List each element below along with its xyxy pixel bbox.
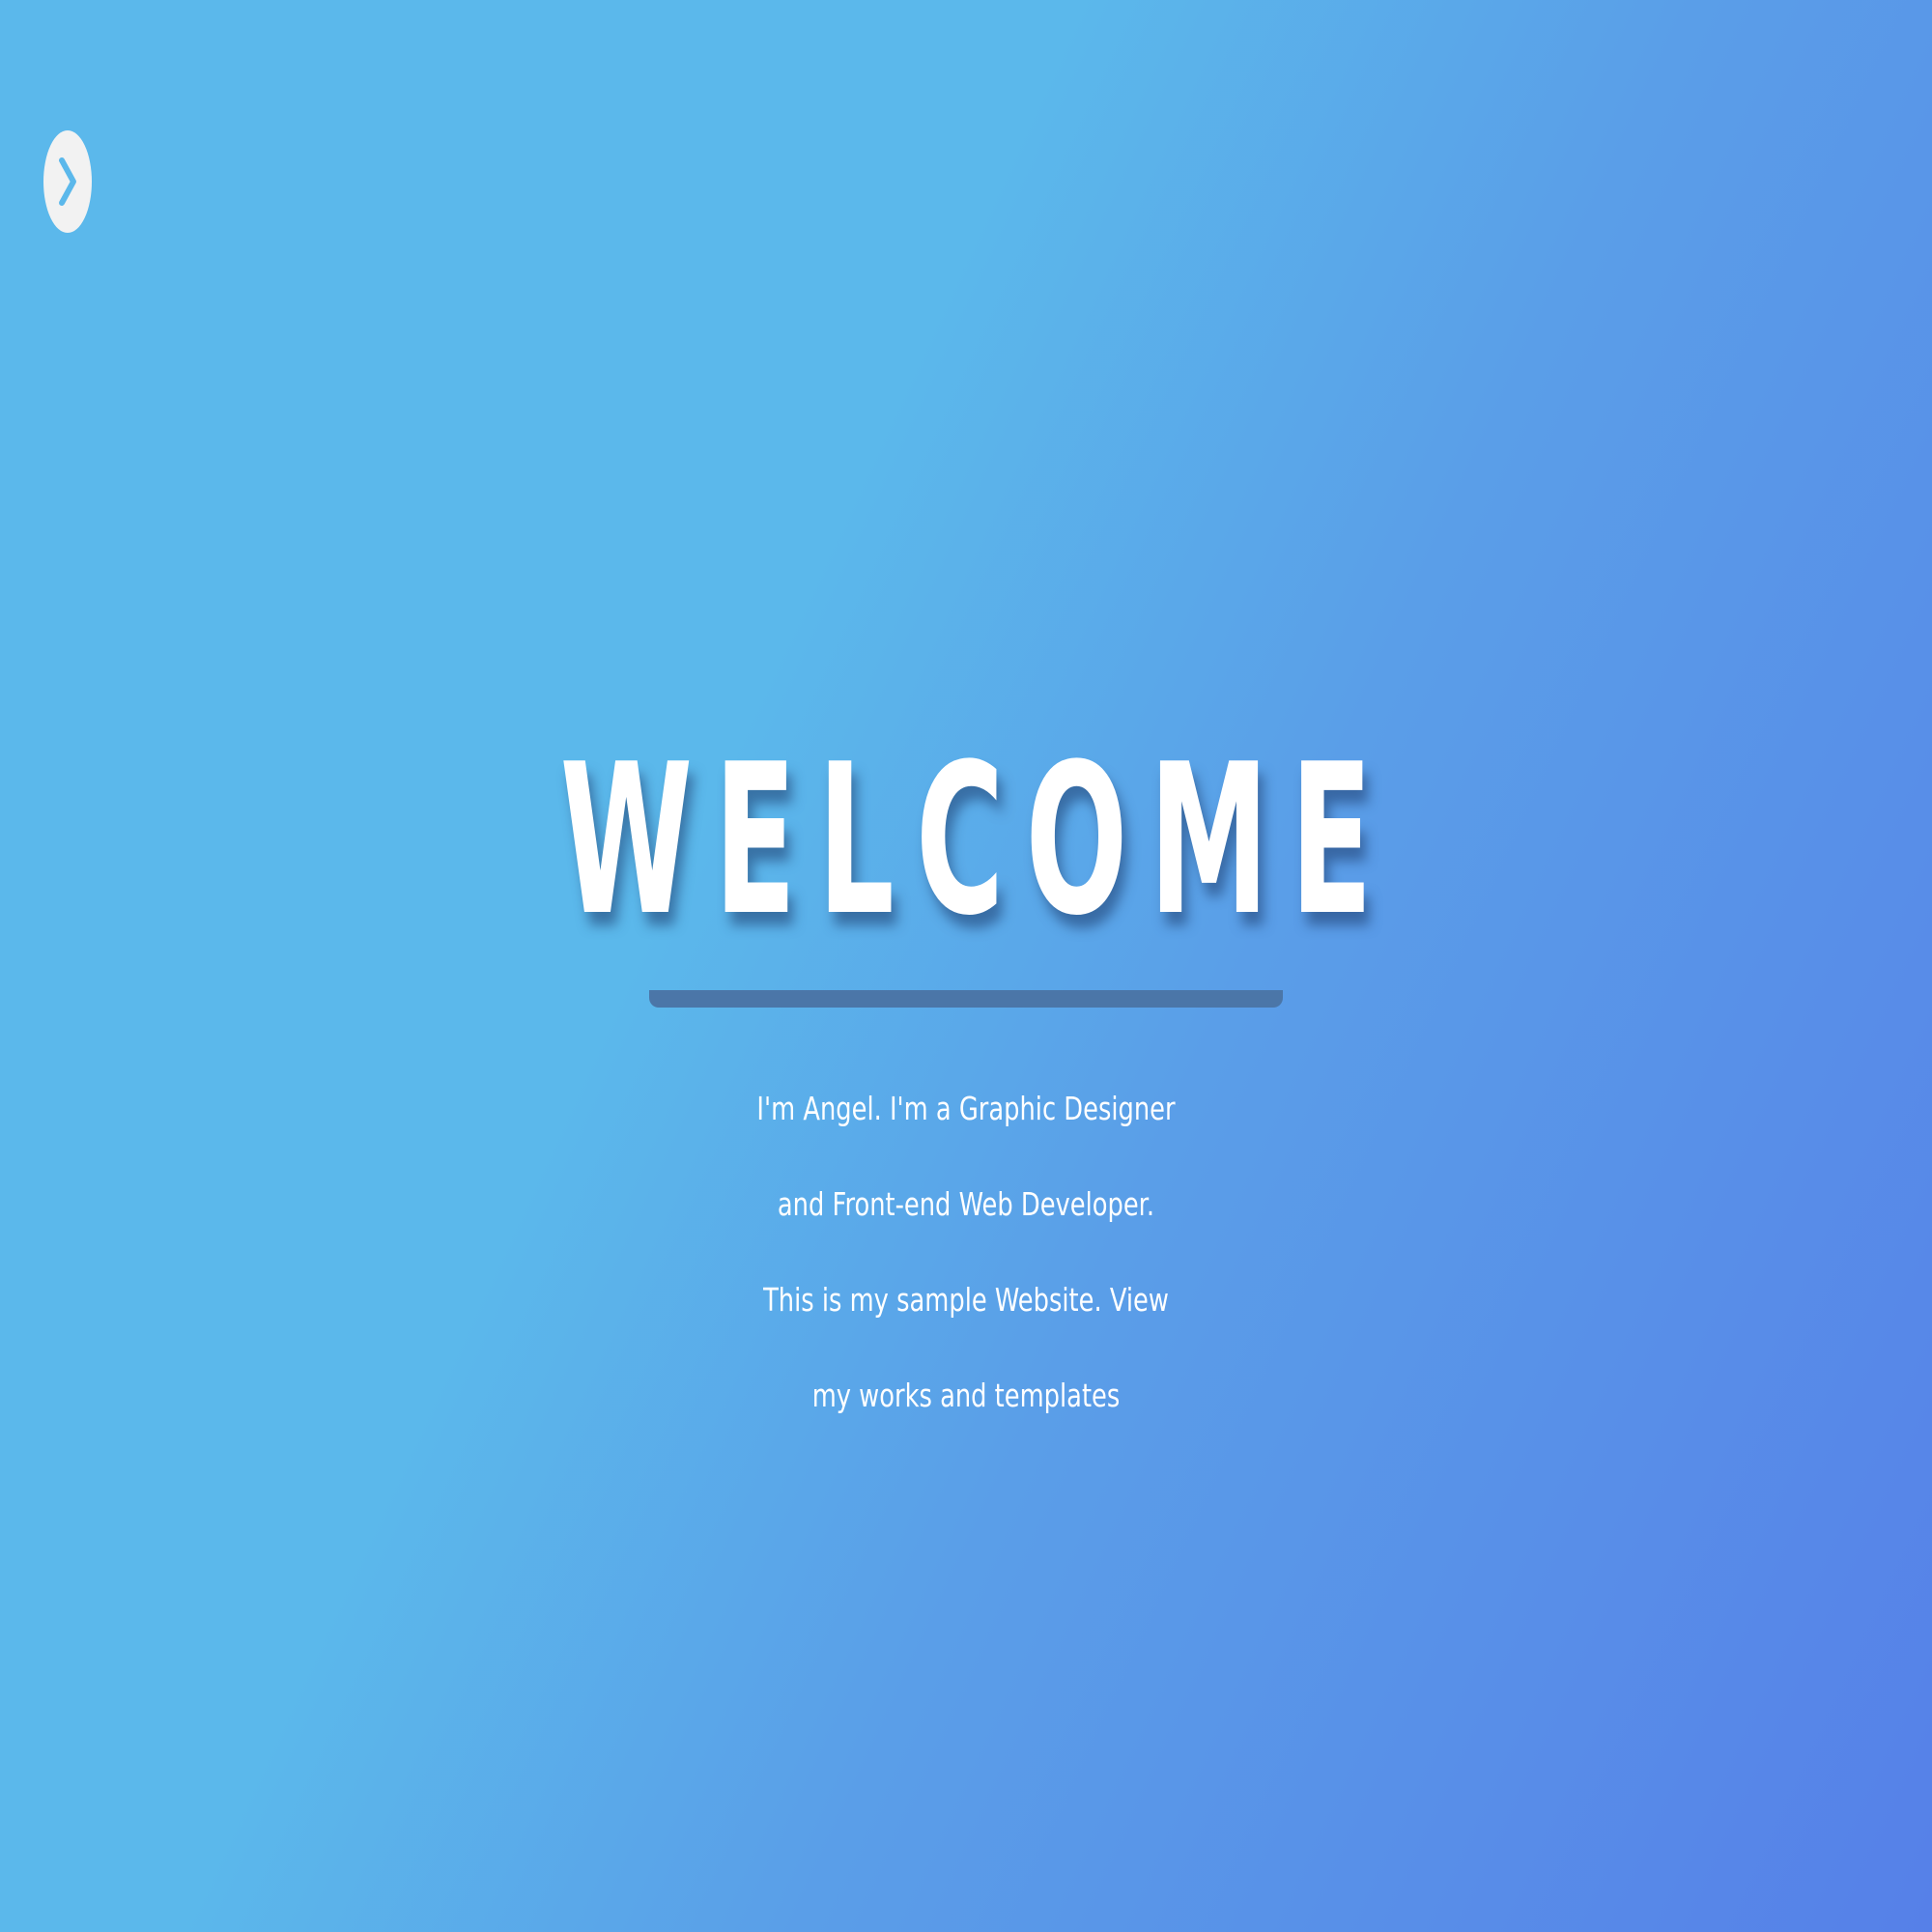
- intro-container: I'm Angel. I'm a Graphic Designer and Fr…: [618, 1008, 1314, 1475]
- menu-toggle-button[interactable]: [43, 130, 92, 233]
- welcome-title: WELCOME: [559, 719, 1394, 961]
- chevron-right-icon: [59, 157, 76, 206]
- title-underline: [649, 990, 1283, 1008]
- hero-section: WELCOME I'm Angel. I'm a Graphic Designe…: [0, 734, 1932, 1475]
- intro-text: I'm Angel. I'm a Graphic Designer and Fr…: [756, 1090, 1176, 1414]
